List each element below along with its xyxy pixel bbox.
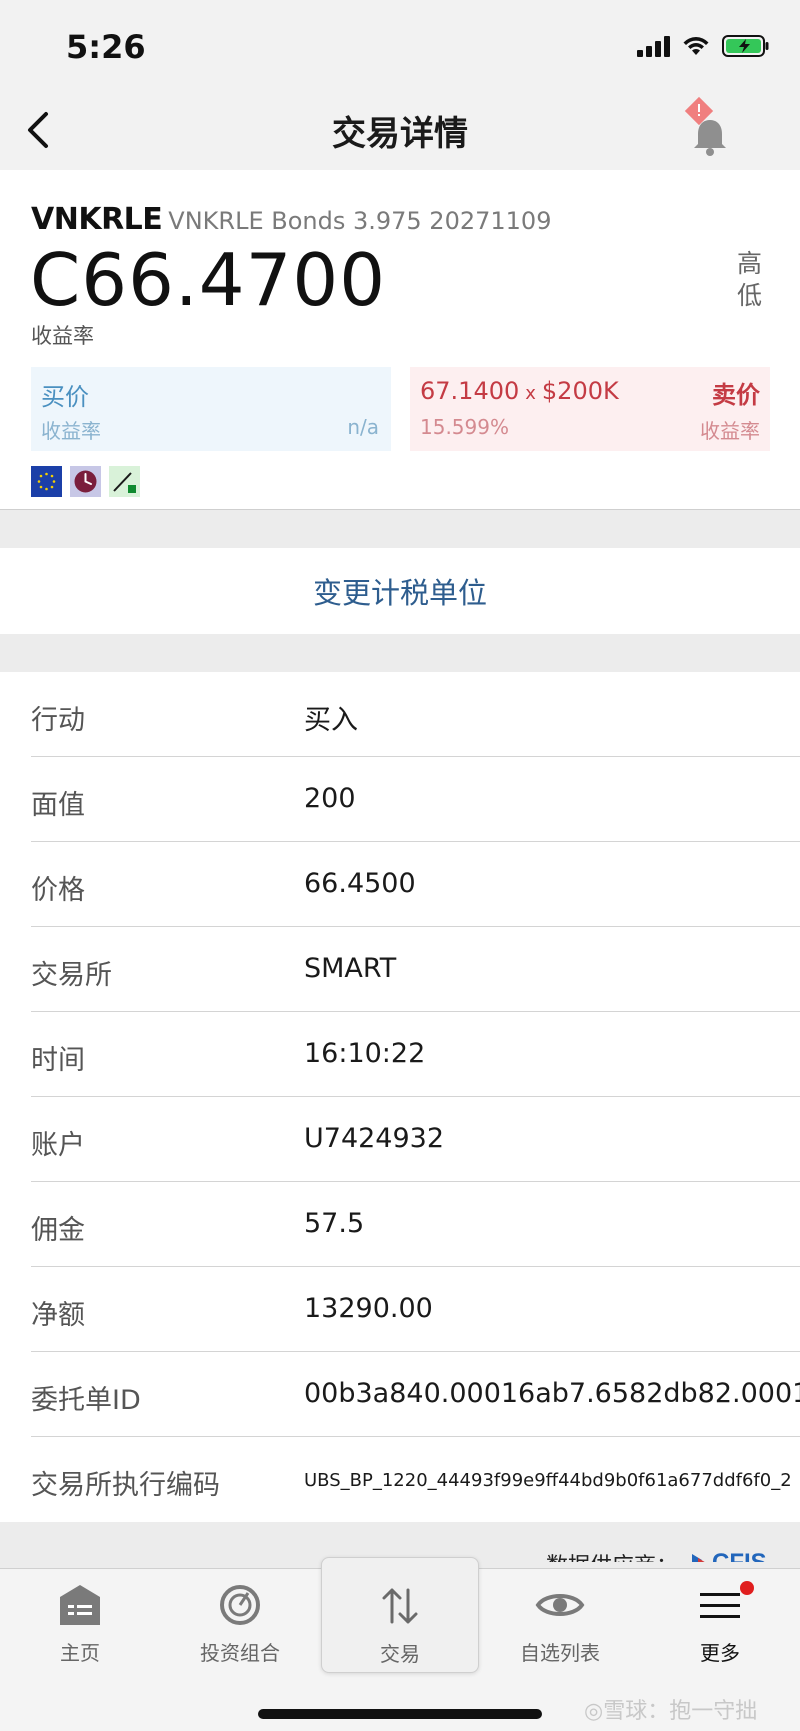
detail-key: 价格 [31, 875, 85, 906]
bid-yield-label: 收益率 [41, 419, 101, 443]
status-icons [637, 34, 770, 58]
portfolio-icon [220, 1585, 260, 1625]
tab-more[interactable]: 更多 [640, 1569, 800, 1679]
bid-box[interactable]: 买价 收益率 n/a [31, 367, 391, 451]
tab-label: 投资组合 [200, 1641, 280, 1665]
low-label: 低 [736, 281, 762, 310]
detail-row-price: 价格 66.4500 [31, 842, 800, 927]
ask-price: 67.1400 [420, 377, 520, 405]
details-list: 行动 买入 面值 200 价格 66.4500 交易所 SMART 时间 16:… [0, 672, 800, 1522]
eu-flag-icon [31, 466, 62, 497]
symbol-row: VNKRLE VNKRLE Bonds 3.975 20271109 [31, 202, 551, 237]
menu-icon [700, 1593, 740, 1618]
detail-key: 委托单ID [31, 1385, 141, 1416]
detail-value: SMART [304, 953, 397, 984]
detail-row-net-amount: 净额 13290.00 [31, 1267, 800, 1352]
tab-label: 交易 [380, 1642, 420, 1666]
change-tax-lot-button[interactable]: 变更计税单位 [0, 548, 800, 634]
badges [31, 466, 140, 497]
tab-label: 更多 [700, 1641, 740, 1665]
detail-key: 交易所执行编码 [31, 1470, 220, 1501]
detail-row-account: 账户 U7424932 [31, 1097, 800, 1182]
cfis-logo-icon: CFIS [692, 1549, 767, 1562]
ask-size: $200K [541, 377, 619, 405]
detail-row-action: 行动 买入 [31, 672, 800, 757]
ask-yield-value: 15.599% [420, 415, 509, 439]
ask-times: x [525, 383, 536, 404]
home-indicator[interactable] [258, 1709, 542, 1719]
symbol: VNKRLE [31, 202, 163, 237]
detail-row-exchange: 交易所 SMART [31, 927, 800, 1012]
detail-value: 16:10:22 [304, 1038, 426, 1069]
tab-bar: 主页 投资组合 交易 自选列表 更多 ◎雪球：抱一守拙 [0, 1557, 800, 1731]
tab-home[interactable]: 主页 [0, 1569, 160, 1679]
ask-box[interactable]: 67.1400 x $200K 卖价 15.599% 收益率 [410, 367, 770, 451]
home-icon [60, 1585, 100, 1625]
detail-value: UBS_BP_1220_44493f99e9ff44bd9b0f61a677dd… [304, 1470, 792, 1491]
tab-watchlist[interactable]: 自选列表 [480, 1569, 640, 1679]
detail-value: 13290.00 [304, 1293, 433, 1324]
tab-label: 主页 [60, 1641, 100, 1665]
detail-value: 66.4500 [304, 868, 416, 899]
detail-value: U7424932 [304, 1123, 445, 1154]
detail-value: 00b3a840.00016ab7.6582db82.0001 [304, 1378, 800, 1409]
signal-icon [637, 35, 670, 57]
detail-row-commission: 佣金 57.5 [31, 1182, 800, 1267]
detail-key: 净额 [31, 1300, 85, 1331]
detail-row-order-id: 委托单ID 00b3a840.00016ab7.6582db82.0001 [31, 1352, 800, 1437]
status-time: 5:26 [66, 28, 146, 66]
detail-value: 买入 [304, 705, 358, 736]
page-title: 交易详情 [332, 114, 468, 154]
detail-value: 200 [304, 783, 356, 814]
symbol-description: VNKRLE Bonds 3.975 20271109 [168, 207, 552, 235]
high-label: 高 [736, 249, 762, 278]
ask-price-row: 67.1400 x $200K [420, 377, 619, 405]
tab-label: 自选列表 [520, 1641, 600, 1665]
bid-yield-value: n/a [347, 415, 379, 439]
price-sub-label: 收益率 [31, 324, 94, 348]
detail-key: 佣金 [31, 1215, 85, 1246]
data-provider: 数据供应商： CFIS [0, 1522, 800, 1562]
ask-label: 卖价 [712, 381, 760, 409]
data-provider-label: 数据供应商： [546, 1548, 678, 1562]
notification-dot [740, 1581, 754, 1595]
last-price: C66.4700 [30, 238, 387, 322]
nav-bar: 交易详情 [0, 96, 800, 170]
detail-row-face-value: 面值 200 [31, 757, 800, 842]
tab-portfolio[interactable]: 投资组合 [160, 1569, 320, 1679]
wifi-icon [683, 37, 709, 55]
eye-icon [535, 1594, 585, 1616]
chart-icon [109, 466, 140, 497]
status-bar: 5:26 [0, 0, 800, 96]
detail-key: 面值 [31, 790, 85, 821]
battery-icon [722, 35, 769, 57]
detail-key: 账户 [31, 1130, 85, 1161]
cfis-logo-text: CFIS [712, 1549, 767, 1562]
alert-bell-icon[interactable] [682, 96, 738, 158]
tab-trade[interactable]: 交易 [321, 1557, 479, 1673]
high-low: 高 低 [737, 248, 762, 312]
detail-row-time: 时间 16:10:22 [31, 1012, 800, 1097]
detail-row-exec-id: 交易所执行编码 UBS_BP_1220_44493f99e9ff44bd9b0f… [31, 1437, 800, 1522]
detail-key: 时间 [31, 1045, 85, 1076]
quote-panel: VNKRLE VNKRLE Bonds 3.975 20271109 C66.4… [0, 170, 800, 510]
clock-icon [70, 466, 101, 497]
bid-label: 买价 [41, 383, 89, 411]
trade-icon [382, 1588, 418, 1624]
detail-key: 行动 [31, 705, 85, 736]
ask-yield-label: 收益率 [700, 419, 760, 443]
watermark: ◎雪球：抱一守拙 [584, 1699, 758, 1724]
detail-key: 交易所 [31, 960, 112, 991]
detail-value: 57.5 [304, 1208, 365, 1239]
